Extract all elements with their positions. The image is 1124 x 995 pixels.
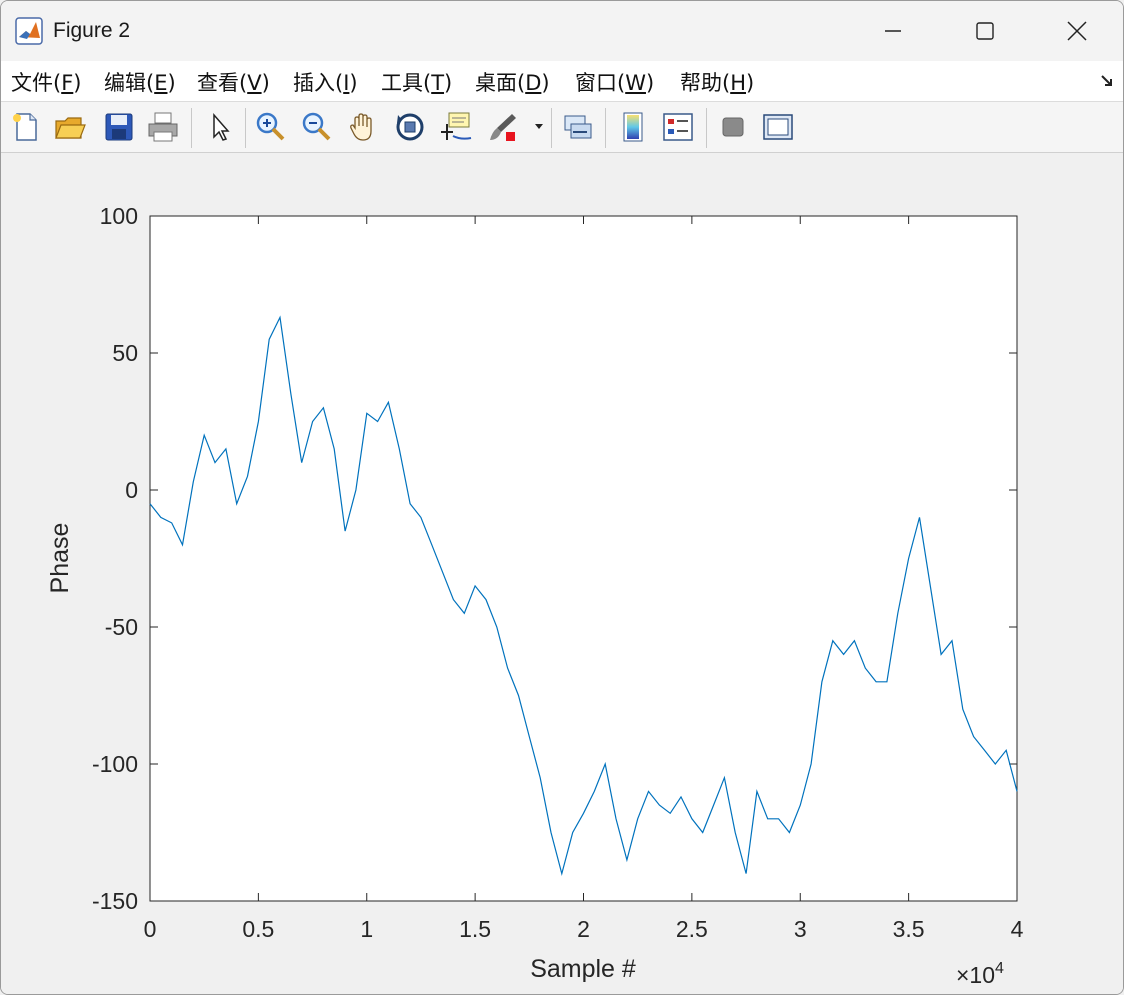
brush-icon[interactable] (486, 110, 520, 144)
save-icon[interactable] (102, 110, 136, 144)
figure-window: Figure 2 文件(F) 编辑(E) 查看(V) 插入(I) 工具(T) 桌… (0, 0, 1124, 995)
x-tick-label: 1 (360, 916, 373, 942)
matlab-logo-icon (15, 17, 43, 45)
colorbar-icon[interactable] (616, 110, 650, 144)
menu-tools[interactable]: 工具(T) (381, 67, 452, 97)
toolbar-separator (551, 108, 552, 148)
toolbar-separator (245, 108, 246, 148)
minimize-icon (885, 30, 901, 32)
close-icon (1067, 21, 1087, 41)
x-tick-label: 1.5 (459, 916, 491, 942)
x-axis-label: Sample # (530, 955, 636, 983)
maximize-button[interactable] (939, 1, 1031, 61)
chevron-down-icon[interactable] (533, 120, 545, 132)
y-tick-label: 50 (112, 340, 138, 366)
x-tick-label: 0.5 (242, 916, 274, 942)
figure-canvas[interactable]: 0 0.5 1 1.5 2 2.5 3 3.5 4 100 50 0 -50 -100 -150 Sampl… (1, 153, 1124, 995)
y-tick-label: 0 (125, 477, 138, 503)
y-axis-label: Phase (46, 523, 74, 594)
menu-edit[interactable]: 编辑(E) (104, 67, 176, 97)
link-plot-icon[interactable] (561, 110, 595, 144)
y-tick-label: -50 (105, 614, 138, 640)
toolbar-separator (706, 108, 707, 148)
window-title: Figure 2 (53, 19, 131, 42)
menu-file[interactable]: 文件(F) (11, 67, 82, 97)
menu-bar: 文件(F) 编辑(E) 查看(V) 插入(I) 工具(T) 桌面(D) 窗口(W… (1, 61, 1123, 102)
menu-view[interactable]: 查看(V) (197, 67, 270, 97)
legend-icon[interactable] (661, 110, 695, 144)
menu-help[interactable]: 帮助(H) (680, 67, 754, 97)
close-button[interactable] (1031, 1, 1123, 61)
x-tick-label: 3 (794, 916, 807, 942)
menu-window[interactable]: 窗口(W) (575, 67, 654, 97)
maximize-icon (976, 22, 994, 40)
edit-plot-arrow-icon[interactable] (203, 110, 237, 144)
title-bar[interactable]: Figure 2 (1, 1, 1123, 61)
menu-insert[interactable]: 插入(I) (293, 67, 358, 97)
x-tick-label: 2.5 (676, 916, 708, 942)
minimize-button[interactable] (847, 1, 939, 61)
dock-figure-icon[interactable] (1099, 73, 1115, 89)
print-icon[interactable] (146, 110, 180, 144)
zoom-in-icon[interactable] (254, 110, 288, 144)
y-tick-label: -100 (92, 751, 138, 777)
y-tick-label: 100 (100, 203, 138, 229)
toolbar-separator (191, 108, 192, 148)
figure-toolbar (1, 102, 1123, 153)
toolbar-separator (605, 108, 606, 148)
pan-hand-icon[interactable] (346, 110, 380, 144)
zoom-out-icon[interactable] (300, 110, 334, 144)
y-tick-label: -150 (92, 888, 138, 914)
show-plot-tools-icon[interactable] (761, 110, 795, 144)
x-exponent-label: ×104 (956, 960, 1004, 988)
rotate-3d-icon[interactable] (393, 110, 427, 144)
hide-plot-tools-icon[interactable] (716, 110, 750, 144)
x-tick-label: 3.5 (893, 916, 925, 942)
menu-desktop[interactable]: 桌面(D) (475, 67, 550, 97)
x-tick-label: 4 (1011, 916, 1024, 942)
phase-plot[interactable]: 0 0.5 1 1.5 2 2.5 3 3.5 4 100 50 0 -50 -100 -150 Sampl… (1, 153, 1124, 995)
data-cursor-icon[interactable] (439, 110, 473, 144)
new-figure-icon[interactable] (9, 110, 43, 144)
open-file-icon[interactable] (53, 110, 87, 144)
x-tick-label: 2 (577, 916, 590, 942)
x-tick-label: 0 (144, 916, 157, 942)
